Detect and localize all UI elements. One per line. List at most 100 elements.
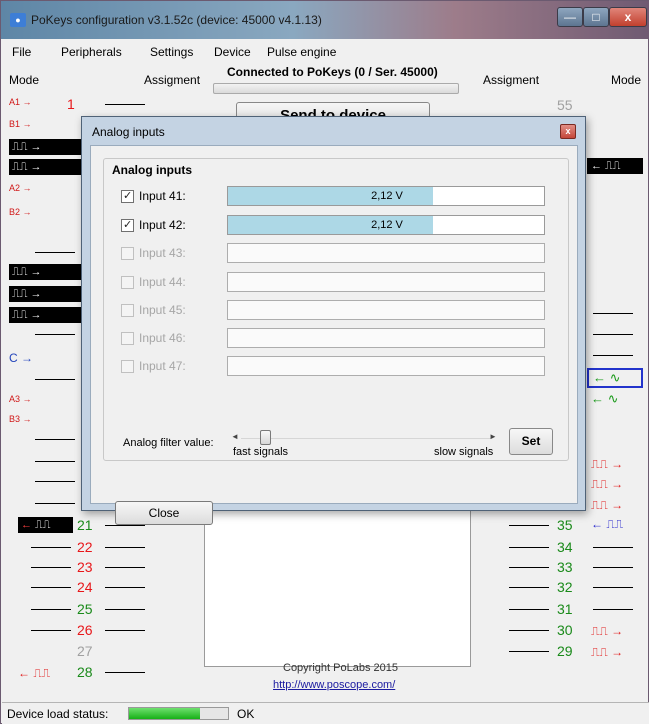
pin-line	[31, 630, 71, 631]
pin-line	[35, 481, 75, 482]
digital-output-pin[interactable]: ⎍⎍ →	[591, 645, 623, 660]
pin-line	[31, 587, 71, 588]
pin-line	[593, 567, 633, 568]
pin-line	[509, 587, 549, 588]
input-label: Input 42:	[139, 218, 186, 232]
input-label: Input 46:	[139, 331, 186, 345]
pin-line	[35, 252, 75, 253]
input-checkbox[interactable]	[121, 218, 134, 232]
input-label: Input 43:	[139, 246, 186, 260]
input-value-bar	[227, 356, 545, 376]
pin-line	[31, 567, 71, 568]
device-load-progress-fill	[129, 708, 201, 719]
input-value-bar: 2,12 V	[227, 186, 545, 206]
pin-line	[31, 547, 71, 548]
analog-filter-slider[interactable]: ◄ ►	[231, 430, 498, 445]
slider-left-arrow-icon[interactable]: ◄	[231, 432, 239, 441]
maximize-button[interactable]: □	[583, 7, 609, 27]
digital-output-pin[interactable]: ⎍⎍ →	[9, 139, 83, 155]
input-checkbox	[121, 360, 134, 373]
input-checkbox	[121, 332, 134, 345]
input-value-bar	[227, 328, 545, 348]
set-button[interactable]: Set	[509, 428, 553, 455]
digital-input-pin[interactable]: ← ⎍⎍	[591, 517, 623, 532]
input-value-bar	[227, 243, 545, 263]
menu-pulse-engine[interactable]: Pulse engine	[267, 45, 336, 59]
device-load-status-label: Device load status:	[7, 707, 109, 721]
pin-32: 32	[557, 579, 573, 595]
analog-signal-b1[interactable]: B1 →	[9, 119, 32, 129]
slider-right-arrow-icon[interactable]: ►	[489, 432, 497, 441]
digital-input-pin[interactable]: ← ⎍⎍	[18, 666, 50, 681]
pin-27: 27	[77, 643, 93, 659]
pin-line	[105, 567, 145, 568]
pin-29: 29	[557, 643, 573, 659]
menu-settings[interactable]: Settings	[150, 45, 193, 59]
pin-line	[509, 567, 549, 568]
pin-line	[509, 651, 549, 652]
pin-55: 55	[557, 97, 573, 113]
pin-30: 30	[557, 622, 573, 638]
close-button[interactable]: Close	[115, 501, 213, 525]
input-checkbox	[121, 304, 134, 317]
counter-c-pin[interactable]: C →	[9, 351, 33, 365]
pin-line	[105, 609, 145, 610]
pin-line	[509, 547, 549, 548]
mode-left-header: Mode	[9, 73, 40, 87]
digital-output-pin[interactable]: ⎍⎍ →	[9, 159, 83, 175]
device-load-progress	[128, 707, 229, 720]
pin-22: 22	[77, 539, 93, 555]
slider-thumb[interactable]	[259, 430, 271, 445]
group-title: Analog inputs	[110, 163, 194, 177]
pin-line	[105, 547, 145, 548]
menu-device[interactable]: Device	[214, 45, 251, 59]
digital-input-pin[interactable]: ← ⎍⎍	[587, 158, 643, 174]
analog-signal-b3[interactable]: B3 →	[9, 414, 32, 424]
analog-input-pin[interactable]: ← ∿	[591, 391, 619, 407]
digital-output-pin[interactable]: ⎍⎍ →	[591, 477, 623, 492]
input-checkbox[interactable]	[121, 189, 134, 203]
analog-input-pin-selected[interactable]: ← ∿	[587, 368, 643, 388]
pin-line	[35, 334, 75, 335]
pin-line	[593, 355, 633, 356]
digital-output-pin[interactable]: ⎍⎍ →	[591, 624, 623, 639]
pin-25: 25	[77, 601, 93, 617]
poscope-link[interactable]: http://www.poscope.com/	[273, 679, 395, 691]
pin-line	[593, 313, 633, 314]
title-bar: ● PoKeys configuration v3.1.52c (device:…	[1, 1, 649, 39]
input-value-text: 2,12 V	[371, 219, 403, 231]
analog-signal-a2[interactable]: A2 →	[9, 183, 32, 193]
slider-rail	[241, 438, 491, 439]
pin-line	[35, 379, 75, 380]
app-icon: ●	[10, 13, 26, 27]
menu-peripherals[interactable]: Peripherals	[61, 45, 122, 59]
copyright-text: Copyright PoLabs 2015	[283, 662, 398, 674]
device-load-status-value: OK	[237, 707, 255, 721]
input-label: Input 47:	[139, 359, 186, 373]
analog-signal-a1[interactable]: A1 →	[9, 97, 32, 107]
digital-output-pin[interactable]: ⎍⎍ →	[9, 264, 83, 280]
digital-output-pin[interactable]: ⎍⎍ →	[9, 286, 83, 302]
pin-31: 31	[557, 601, 573, 617]
digital-input-pin[interactable]: ← ⎍⎍	[18, 517, 73, 533]
input-label: Input 41:	[139, 189, 186, 203]
slow-signals-label: slow signals	[434, 446, 494, 458]
assigment-left-header: Assigment	[144, 73, 201, 87]
pin-line	[509, 630, 549, 631]
pin-line	[105, 104, 145, 105]
digital-output-pin[interactable]: ⎍⎍ →	[591, 457, 623, 472]
fast-signals-label: fast signals	[233, 446, 289, 458]
analog-signal-a3[interactable]: A3 →	[9, 394, 32, 404]
input-value-bar	[227, 272, 545, 292]
pin-line	[35, 439, 75, 440]
device-image-panel	[204, 489, 471, 667]
minimize-button[interactable]: —	[557, 7, 583, 27]
analog-signal-b2[interactable]: B2 →	[9, 207, 32, 217]
close-window-button[interactable]: x	[609, 7, 647, 27]
digital-output-pin[interactable]: ⎍⎍ →	[591, 498, 623, 513]
dialog-close-button[interactable]: x	[560, 124, 576, 139]
digital-output-pin[interactable]: ⎍⎍ →	[9, 307, 83, 323]
pin-line	[593, 334, 633, 335]
menu-file[interactable]: File	[12, 45, 31, 59]
pin-23: 23	[77, 559, 93, 575]
